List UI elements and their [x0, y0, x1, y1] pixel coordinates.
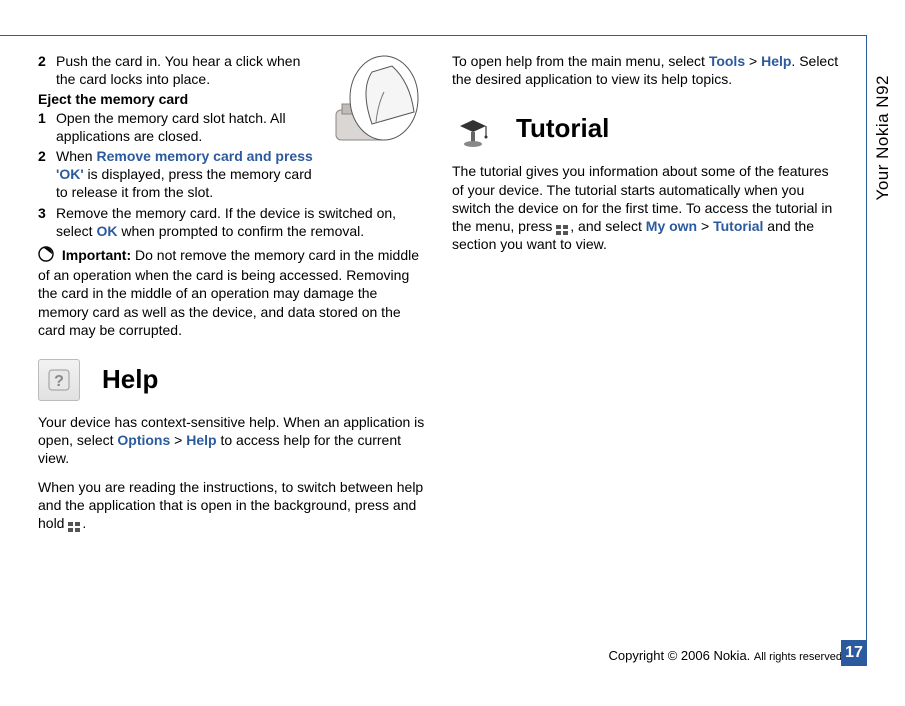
menu-key-icon — [556, 222, 570, 233]
tutorial-heading: Tutorial — [516, 112, 609, 146]
step-text: When Remove memory card and press 'OK' i… — [56, 147, 314, 202]
help-label: Help — [186, 432, 216, 448]
ok-label: OK — [96, 223, 117, 239]
help-heading: Help — [102, 363, 158, 397]
vertical-chapter-title: Your Nokia N92 — [873, 75, 893, 200]
menu-key-icon — [68, 519, 82, 530]
step-number: 1 — [38, 109, 56, 145]
my-own-label: My own — [646, 218, 697, 234]
right-rule — [866, 35, 867, 666]
left-column: 2 Push the card in. You hear a click whe… — [38, 52, 428, 654]
right-column: To open help from the main menu, select … — [452, 52, 842, 654]
options-label: Options — [117, 432, 170, 448]
page-content: 2 Push the card in. You hear a click whe… — [38, 52, 845, 654]
step-number: 3 — [38, 204, 56, 240]
tutorial-icon — [452, 108, 494, 150]
help-icon: ? — [38, 359, 80, 401]
footer-copyright: Copyright © 2006 Nokia. All rights reser… — [608, 648, 845, 663]
step-number: 2 — [38, 52, 56, 88]
tools-label: Tools — [709, 53, 745, 69]
warning-icon — [38, 246, 54, 266]
sd-card-thumb-icon — [322, 52, 428, 152]
tutorial-section-header: Tutorial — [452, 108, 842, 150]
step-text: Open the memory card slot hatch. All app… — [56, 109, 314, 145]
help-label: Help — [761, 53, 791, 69]
step-text: Push the card in. You hear a click when … — [56, 52, 314, 88]
eject-step-2: 2 When Remove memory card and press 'OK'… — [38, 147, 314, 202]
insert-step-2: 2 Push the card in. You hear a click whe… — [38, 52, 314, 88]
memory-card-illustration — [322, 52, 428, 152]
svg-text:?: ? — [54, 373, 64, 390]
help-section-header: ? Help — [38, 359, 428, 401]
tutorial-paragraph: The tutorial gives you information about… — [452, 162, 842, 253]
important-note: Important: Do not remove the memory card… — [38, 246, 428, 339]
step-number: 2 — [38, 147, 56, 202]
top-rule — [0, 35, 867, 36]
important-label: Important: — [62, 247, 131, 263]
eject-step-1: 1 Open the memory card slot hatch. All a… — [38, 109, 314, 145]
eject-step-3: 3 Remove the memory card. If the device … — [38, 204, 428, 240]
tutorial-label: Tutorial — [713, 218, 763, 234]
help-paragraph-1: Your device has context-sensitive help. … — [38, 413, 428, 468]
open-help-paragraph: To open help from the main menu, select … — [452, 52, 842, 88]
page-number: 17 — [841, 640, 867, 666]
step-text: Remove the memory card. If the device is… — [56, 204, 428, 240]
help-paragraph-2: When you are reading the instructions, t… — [38, 478, 428, 533]
